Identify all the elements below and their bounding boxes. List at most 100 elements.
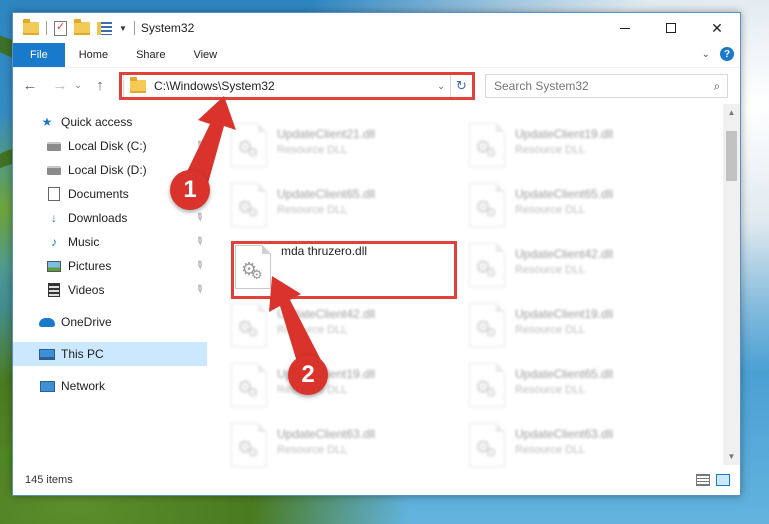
item-count: 145 items bbox=[25, 474, 73, 486]
scroll-up-icon[interactable]: ▲ bbox=[723, 104, 740, 121]
file-type: Resource DLL bbox=[515, 204, 586, 216]
chevron-down-icon[interactable]: ▼ bbox=[119, 24, 127, 33]
navigation-pane: ★ Quick access Local Disk (C:) ✎ Local D… bbox=[13, 104, 207, 465]
sidebar-item-pictures[interactable]: Pictures ✎ bbox=[13, 254, 207, 278]
tab-view[interactable]: View bbox=[179, 43, 231, 67]
file-type: Resource DLL bbox=[277, 144, 348, 156]
file-item-mda-thruzero[interactable]: ⚙ ⚙ mda thruzero.dll bbox=[235, 238, 465, 298]
sidebar-item-network[interactable]: Network bbox=[13, 374, 207, 398]
pin-icon[interactable]: ✎ bbox=[192, 259, 205, 273]
refresh-button[interactable]: ↻ bbox=[450, 75, 472, 97]
file-item[interactable]: ⚙⚙ UpdateClient19.dllResource DLL bbox=[457, 296, 687, 356]
customize-toolbar-icon[interactable] bbox=[97, 21, 112, 35]
window-controls: ✕ bbox=[602, 13, 740, 43]
status-bar: 145 items bbox=[13, 465, 740, 495]
file-item[interactable]: ⚙ ⚙ UpdateClient42.dll Resource DLL bbox=[457, 236, 687, 296]
up-button[interactable]: ↑ bbox=[89, 77, 111, 94]
sidebar-item-label: Quick access bbox=[61, 115, 133, 129]
sidebar-item-label: Local Disk (C:) bbox=[68, 139, 147, 153]
tiles-view-icon[interactable] bbox=[716, 474, 730, 486]
dll-file-icon: ⚙ ⚙ bbox=[469, 363, 505, 407]
dll-file-icon: ⚙ ⚙ bbox=[231, 123, 267, 167]
cloud-icon bbox=[39, 315, 55, 329]
minimize-button[interactable] bbox=[602, 13, 648, 43]
close-button[interactable]: ✕ bbox=[694, 13, 740, 43]
content-area: ★ Quick access Local Disk (C:) ✎ Local D… bbox=[13, 104, 740, 467]
file-item[interactable]: ⚙ ⚙ UpdateClient65.dll Resource DLL bbox=[457, 176, 687, 236]
window-title: System32 bbox=[140, 21, 195, 35]
new-folder-icon[interactable] bbox=[74, 18, 90, 35]
properties-icon[interactable] bbox=[54, 20, 67, 36]
file-type: Resource DLL bbox=[515, 444, 586, 456]
step-badge-2: 2 bbox=[288, 355, 328, 395]
sidebar-item-downloads[interactable]: ↓ Downloads ✎ bbox=[13, 206, 207, 230]
back-button[interactable]: ← bbox=[19, 77, 41, 94]
dll-file-icon: ⚙ ⚙ bbox=[469, 423, 505, 467]
file-item[interactable]: ⚙⚙ UpdateClient19.dllResource DLL bbox=[219, 356, 449, 416]
quick-access-toolbar: ▼ bbox=[13, 18, 135, 36]
tab-file[interactable]: File bbox=[13, 43, 65, 67]
file-name: UpdateClient65.dll bbox=[277, 187, 376, 201]
ribbon-tabs: File Home Share View ⌄ ? bbox=[13, 43, 740, 67]
view-toggle bbox=[696, 474, 730, 486]
scroll-down-icon[interactable]: ▼ bbox=[723, 448, 740, 465]
folder-icon bbox=[130, 76, 146, 93]
dll-file-icon: ⚙ ⚙ bbox=[231, 303, 267, 347]
file-name: UpdateClient63.dll bbox=[515, 427, 614, 441]
ribbon-right-controls: ⌄ ? bbox=[702, 47, 734, 61]
title-bar: ▼ System32 ✕ bbox=[13, 13, 740, 43]
file-name: UpdateClient42.dll bbox=[277, 307, 376, 321]
pin-icon[interactable]: ✎ bbox=[192, 211, 205, 225]
sidebar-item-videos[interactable]: Videos ✎ bbox=[13, 278, 207, 302]
address-bar[interactable]: C:\Windows\System32 ⌄ ↻ bbox=[123, 74, 473, 98]
help-icon[interactable]: ? bbox=[720, 47, 734, 61]
sidebar-item-quick-access[interactable]: ★ Quick access bbox=[13, 110, 207, 134]
maximize-button[interactable] bbox=[648, 13, 694, 43]
drive-icon bbox=[46, 139, 62, 153]
forward-button[interactable]: → bbox=[49, 77, 71, 94]
file-name: UpdateClient65.dll bbox=[515, 187, 614, 201]
file-item[interactable]: ⚙ ⚙ UpdateClient21.dll Resource DLL bbox=[219, 116, 449, 176]
details-view-icon[interactable] bbox=[696, 474, 710, 486]
search-box[interactable]: ⌕ bbox=[485, 74, 728, 98]
scrollbar-thumb[interactable] bbox=[726, 131, 737, 181]
file-item[interactable]: ⚙ ⚙ UpdateClient65.dll Resource DLL bbox=[219, 176, 449, 236]
sidebar-item-this-pc[interactable]: This PC bbox=[13, 342, 207, 366]
sidebar-item-onedrive[interactable]: OneDrive bbox=[13, 310, 207, 334]
documents-icon bbox=[46, 187, 62, 201]
file-type: Resource DLL bbox=[515, 324, 586, 336]
navigation-bar: ← → ⌄ ↑ C:\Windows\System32 ⌄ ↻ ⌕ bbox=[13, 67, 740, 103]
dll-file-icon: ⚙ ⚙ bbox=[235, 245, 271, 289]
dll-file-icon: ⚙ ⚙ bbox=[469, 123, 505, 167]
chevron-down-icon[interactable]: ⌄ bbox=[432, 81, 450, 92]
minimize-icon bbox=[620, 27, 630, 29]
sidebar-item-music[interactable]: ♪ Music ✎ bbox=[13, 230, 207, 254]
tab-home[interactable]: Home bbox=[65, 43, 122, 67]
file-item[interactable]: ⚙⚙ UpdateClient19.dllResource DLL bbox=[457, 116, 687, 176]
drive-icon bbox=[46, 163, 62, 177]
star-icon: ★ bbox=[41, 115, 53, 129]
tab-share[interactable]: Share bbox=[122, 43, 179, 67]
vertical-scrollbar[interactable]: ▲ ▼ bbox=[723, 104, 740, 465]
file-item[interactable]: ⚙ ⚙ UpdateClient42.dll Resource DLL bbox=[219, 296, 449, 356]
file-type: Resource DLL bbox=[515, 264, 586, 276]
folder-icon bbox=[23, 18, 39, 35]
file-explorer-window: ▼ System32 ✕ File Home Share View ⌄ ? ← … bbox=[12, 12, 741, 496]
address-path[interactable]: C:\Windows\System32 bbox=[154, 79, 432, 93]
dll-file-icon: ⚙ ⚙ bbox=[469, 243, 505, 287]
file-name: UpdateClient42.dll bbox=[515, 247, 614, 261]
file-name: UpdateClient21.dll bbox=[277, 127, 376, 141]
pin-icon[interactable]: ✎ bbox=[192, 283, 205, 297]
pictures-icon bbox=[46, 259, 62, 273]
pin-icon[interactable]: ✎ bbox=[192, 235, 205, 249]
download-icon: ↓ bbox=[51, 211, 57, 225]
file-list: ⚙ ⚙ UpdateClient21.dll Resource DLL ⚙ ⚙ Upd… bbox=[219, 104, 719, 467]
search-input[interactable] bbox=[494, 79, 707, 93]
pin-icon[interactable]: ✎ bbox=[192, 139, 205, 153]
file-item[interactable]: ⚙ ⚙ UpdateClient65.dll Resource DLL bbox=[457, 356, 687, 416]
sidebar-item-local-disk-c[interactable]: Local Disk (C:) ✎ bbox=[13, 134, 207, 158]
recent-locations-icon[interactable]: ⌄ bbox=[71, 80, 85, 91]
expand-ribbon-icon[interactable]: ⌄ bbox=[702, 49, 710, 60]
dll-file-icon: ⚙ ⚙ bbox=[469, 183, 505, 227]
file-name: UpdateClient65.dll bbox=[515, 367, 614, 381]
